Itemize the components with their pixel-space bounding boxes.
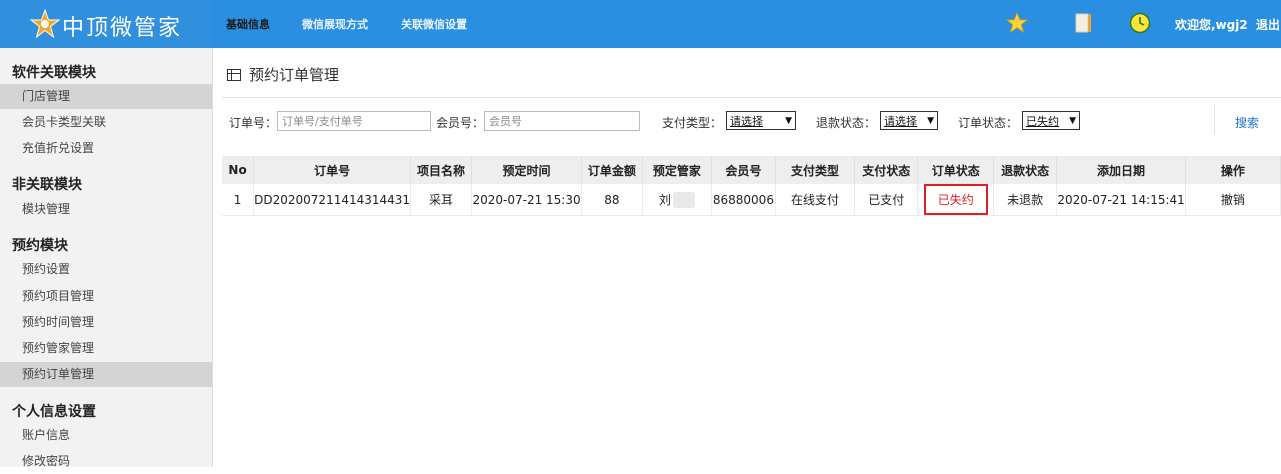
sidebar-item-account-info[interactable]: 账户信息 [0,423,212,448]
pay-type-value: 请选择 [730,114,763,128]
order-number-label: 订单号： [229,116,278,130]
cell-refund-status: 未退款 [993,184,1058,216]
cell-project: 采耳 [410,184,473,216]
cell-pay-type: 在线支付 [775,184,856,216]
column-header-no: No [222,156,255,184]
order-status-select[interactable]: 已失约 ▼ [1022,111,1080,130]
table-header-row: No 订单号 项目名称 预定时间 订单金额 预定管家 会员号 支付类型 支付状态… [222,156,1281,184]
search-button[interactable]: 搜索 [1235,114,1259,131]
header-divider [222,97,1281,98]
redacted-name-mask [672,192,695,209]
tab-wechat-link-settings[interactable]: 关联微信设置 [401,16,467,32]
logo-text: 中顶微管家 [62,16,183,41]
top-navigation-bar: 中顶微管家 基础信息 微信展现方式 关联微信设置 欢迎您,wgj2 退出 [0,0,1281,48]
column-header-added-date: 添加日期 [1056,156,1186,184]
revoke-button[interactable]: 撤销 [1185,184,1281,216]
sidebar-section-booking: 预约模块 [12,238,68,254]
sidebar-item-booking-orders[interactable]: 预约订单管理 [0,362,212,387]
column-header-book-time: 预定时间 [471,156,583,184]
page-header: 预约订单管理 [227,64,339,85]
sidebar-item-booking-project[interactable]: 预约项目管理 [0,284,212,309]
logo[interactable]: 中顶微管家 [0,0,212,48]
column-header-refund-status: 退款状态 [993,156,1058,184]
sidebar-item-recharge-discount[interactable]: 充值折兑设置 [0,136,212,161]
table-grid-icon [227,68,241,81]
column-header-project: 项目名称 [410,156,473,184]
sidebar-section-personal: 个人信息设置 [12,404,96,420]
chevron-down-icon: ▼ [1069,115,1076,126]
cell-member: 86880006 [711,184,776,216]
sidebar-item-member-card-link[interactable]: 会员卡类型关联 [0,110,212,135]
sidebar-item-booking-time[interactable]: 预约时间管理 [0,310,212,335]
column-header-pay-type: 支付类型 [775,156,856,184]
sidebar-item-store-management[interactable]: 门店管理 [0,84,212,109]
tab-wechat-display[interactable]: 微信展现方式 [302,16,368,32]
order-status-label: 订单状态： [958,116,1019,130]
member-number-label: 会员号： [436,116,485,130]
chevron-down-icon: ▼ [927,115,934,126]
column-header-steward: 预定管家 [642,156,712,184]
column-header-amount: 订单金额 [581,156,643,184]
column-header-pay-status: 支付状态 [854,156,919,184]
refund-status-label: 退款状态： [816,116,877,130]
order-number-input[interactable] [277,111,431,131]
star-logo-icon [30,9,60,39]
cell-amount: 88 [581,184,643,216]
sidebar-item-module-management[interactable]: 模块管理 [0,197,212,222]
steward-name: 刘 [658,192,671,207]
column-header-action: 操作 [1185,156,1281,184]
clock-icon[interactable] [1129,12,1151,34]
order-status-badge: 已失约 [923,184,988,215]
column-header-member: 会员号 [711,156,776,184]
pay-type-label: 支付类型： [662,116,723,130]
order-status-value: 已失约 [1026,114,1059,128]
refund-status-select[interactable]: 请选择 ▼ [880,111,938,130]
sidebar-item-booking-settings[interactable]: 预约设置 [0,257,212,282]
sidebar-section-software-link: 软件关联模块 [12,65,96,81]
chevron-down-icon: ▼ [785,115,792,126]
star-favorite-icon[interactable] [1006,12,1028,34]
sidebar-section-non-link: 非关联模块 [12,177,82,193]
sidebar-item-change-password[interactable]: 修改密码 [0,449,212,474]
cell-pay-status: 已支付 [854,184,919,216]
cell-steward: 刘 [642,184,712,216]
cell-book-time: 2020-07-21 15:30 [471,184,583,216]
logout-link[interactable]: 退出 [1256,16,1280,33]
table-row: 1 DD202007211414314431 采耳 2020-07-21 15:… [222,184,1281,216]
pay-type-select[interactable]: 请选择 ▼ [726,111,796,130]
page-title: 预约订单管理 [249,66,340,84]
cell-order-status: 已失约 [917,184,995,216]
notebook-icon[interactable] [1072,12,1094,34]
member-number-input[interactable] [484,111,640,131]
cell-no: 1 [222,184,255,216]
column-header-order-status: 订单状态 [917,156,995,184]
cell-added-date: 2020-07-21 14:15:41 [1056,184,1186,216]
sidebar-item-booking-steward[interactable]: 预约管家管理 [0,336,212,361]
cell-order-id: DD202007211414314431 [253,184,412,216]
tab-basic-info[interactable]: 基础信息 [226,16,270,32]
welcome-text: 欢迎您,wgj2 [1175,18,1248,32]
orders-table: No 订单号 项目名称 预定时间 订单金额 预定管家 会员号 支付类型 支付状态… [222,156,1281,216]
column-header-order-id: 订单号 [253,156,412,184]
refund-status-value: 请选择 [884,114,917,128]
sidebar: 软件关联模块 门店管理 会员卡类型关联 充值折兑设置 非关联模块 模块管理 预约… [0,48,213,468]
search-separator [1214,104,1215,134]
